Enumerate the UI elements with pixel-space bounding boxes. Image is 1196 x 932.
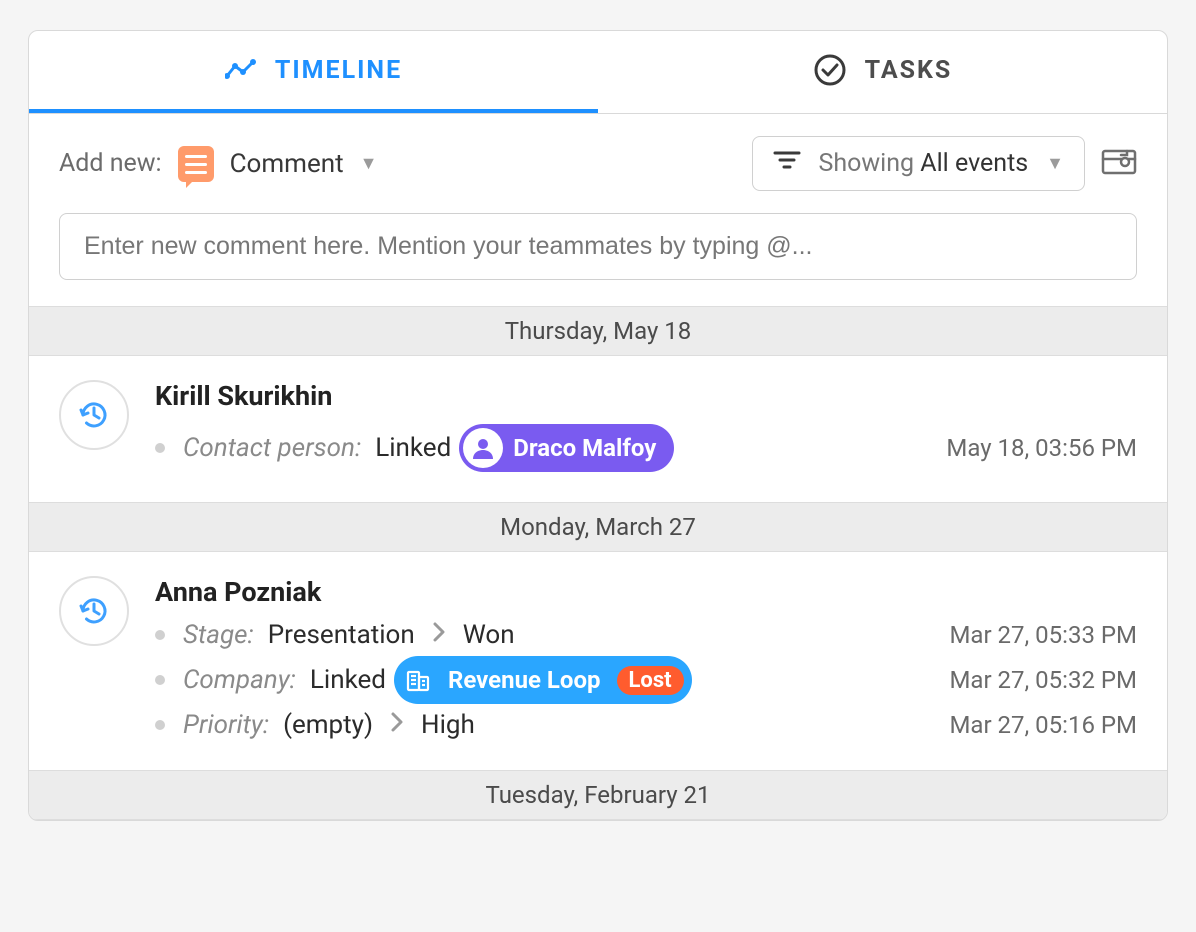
change-action: Linked [375,433,451,463]
timeline-icon [225,58,257,82]
timeline-entry: Kirill Skurikhin Contact person: Linked … [29,356,1167,502]
linked-pill[interactable]: Draco Malfoy [459,424,674,472]
chevron-down-icon: ▼ [1046,153,1064,174]
change-row: Contact person: Linked Draco Malfoy May … [155,424,1137,472]
tab-timeline[interactable]: TIMELINE [29,31,598,113]
change-row: Priority: (empty) High Mar 27, 05:16 PM [155,710,1137,740]
timeline-card: TIMELINE TASKS Add new: Comment ▼ [28,30,1168,821]
comment-icon [178,146,214,182]
bullet-icon [155,630,165,640]
history-icon [59,576,129,646]
bullet-icon [155,720,165,730]
settings-icon[interactable] [1101,147,1137,181]
tab-tasks[interactable]: TASKS [598,31,1167,113]
bullet-icon [155,675,165,685]
chevron-down-icon: ▼ [360,153,378,174]
timeline-entry: Anna Pozniak Stage: Presentation Won Mar … [29,552,1167,770]
pill-label: Draco Malfoy [513,434,656,462]
comment-input[interactable] [59,213,1137,280]
entry-author: Anna Pozniak [155,576,1137,608]
chevron-right-icon [431,620,447,650]
tab-timeline-label: TIMELINE [275,56,402,85]
change-row: Company: Linked Revenue Loop Lost Mar 27… [155,656,1137,704]
comment-input-wrap [29,213,1167,306]
timestamp: Mar 27, 05:16 PM [931,711,1137,739]
addnew-type: Comment [230,149,344,179]
change-from: (empty) [283,710,373,740]
filter-showing-label: Showing [819,149,915,178]
tasks-icon [813,53,847,87]
timestamp: Mar 27, 05:33 PM [931,621,1137,649]
linked-pill[interactable]: Revenue Loop Lost [394,656,692,704]
filter-icon [773,149,801,178]
timestamp: May 18, 03:56 PM [928,434,1137,462]
company-icon [398,660,438,700]
filter-dropdown[interactable]: Showing All events ▼ [752,136,1086,191]
date-separator: Tuesday, February 21 [29,770,1167,820]
change-field: Priority: [183,710,269,740]
person-icon [463,428,503,468]
chevron-right-icon [389,710,405,740]
controls-row: Add new: Comment ▼ Showing All events [29,114,1167,213]
timestamp: Mar 27, 05:32 PM [931,666,1137,694]
change-row: Stage: Presentation Won Mar 27, 05:33 PM [155,620,1137,650]
status-badge: Lost [617,666,684,695]
change-field: Company: [183,665,296,695]
entry-author: Kirill Skurikhin [155,380,1137,412]
addnew-label: Add new: [59,149,162,178]
tab-bar: TIMELINE TASKS [29,31,1167,114]
history-icon [59,380,129,450]
addnew-selector[interactable]: Comment ▼ [178,146,378,182]
change-field: Stage: [183,620,254,650]
bullet-icon [155,443,165,453]
change-to: High [421,710,475,740]
pill-label: Revenue Loop [448,666,601,694]
change-from: Presentation [268,620,415,650]
change-to: Won [463,620,515,650]
date-separator: Monday, March 27 [29,502,1167,552]
tab-tasks-label: TASKS [865,56,953,85]
date-separator: Thursday, May 18 [29,306,1167,356]
change-field: Contact person: [183,433,361,463]
filter-value: All events [920,149,1028,178]
change-action: Linked [310,665,386,695]
